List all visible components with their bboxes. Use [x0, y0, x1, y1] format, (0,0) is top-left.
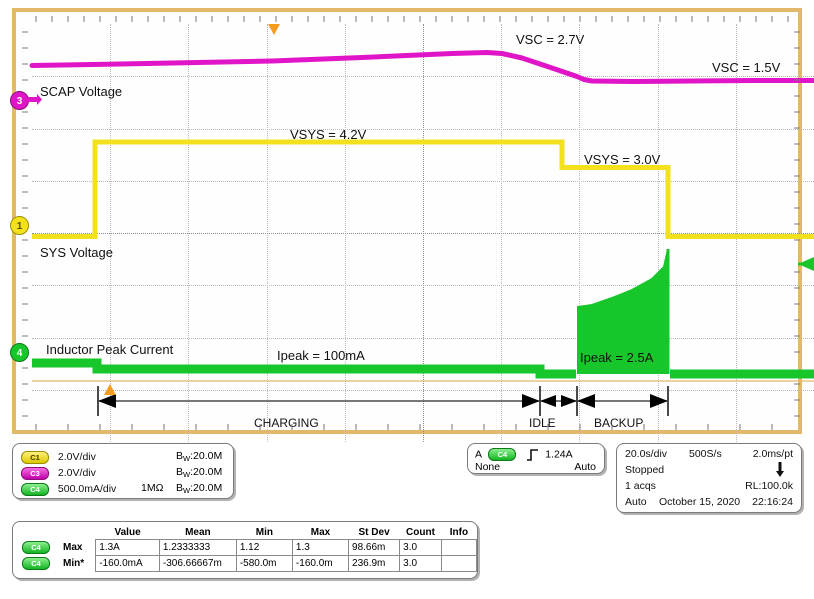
- annotation-ipeak-low: Ipeak = 100mA: [277, 348, 365, 363]
- timebase-scale[interactable]: 20.0s/div: [625, 448, 667, 460]
- oscilloscope-graticule: CHARGING IDLE BACKUP VSC = 2.7V VSC = 1.…: [10, 8, 814, 442]
- bw-value: 20.0M: [193, 482, 223, 494]
- measurement-chip-c4[interactable]: C4: [22, 557, 50, 570]
- measurement-max: -160.0m: [291, 555, 350, 572]
- annotation-vsys-low: VSYS = 3.0V: [584, 152, 661, 167]
- channel-marker-c3[interactable]: 3: [10, 91, 29, 110]
- channel-settings-panel: C1 2.0V/div BW:20.0M C3 2.0V/div BW:20.0…: [12, 443, 234, 499]
- annotation-ipeak-high: Ipeak = 2.5A: [580, 350, 654, 365]
- timebase-panel: 20.0s/div 500S/s 2.0ms/pt Stopped 1 acqs…: [616, 443, 802, 513]
- bw-prefix: B: [176, 482, 184, 494]
- table-row[interactable]: C4 Max 1.3A 1.2333333 1.12 1.3 98.66m 3.…: [19, 539, 478, 556]
- sample-rate: 500S/s: [689, 448, 722, 460]
- measurement-max: 1.3: [291, 539, 350, 556]
- trigger-level-arrow-icon[interactable]: [32, 24, 814, 442]
- channel-row-c4[interactable]: C4 500.0mA/div: [21, 482, 116, 497]
- column-header-info: Info: [449, 527, 469, 538]
- measurements-table: Value Mean Min Max St Dev Count Info C4 …: [19, 526, 478, 572]
- measurement-chip[interactable]: C4: [19, 556, 59, 572]
- channel-marker-c1[interactable]: 1: [10, 216, 29, 235]
- trigger-position-indicator-icon: [776, 462, 784, 477]
- measurement-count: 3.0: [399, 539, 442, 556]
- channel-marker-c4[interactable]: 4: [10, 343, 29, 362]
- channel-scale-c1: 2.0V/div: [57, 451, 96, 463]
- trigger-source-prefix: A: [475, 448, 482, 461]
- measurement-name: Min*: [63, 558, 85, 569]
- measurement-value: -160.0mA: [95, 555, 160, 572]
- column-header-name: [59, 526, 96, 540]
- channel-chip-c3[interactable]: C3: [21, 467, 49, 480]
- column-header-max: Max: [310, 527, 331, 538]
- bw-value: 20.0M: [193, 450, 223, 462]
- acquisition-status: Stopped: [625, 464, 665, 476]
- trigger-coupling[interactable]: None: [475, 461, 500, 473]
- measurement-mean: 1.2333333: [158, 539, 237, 556]
- trigger-settings-panel[interactable]: A C4 1.24A None Auto: [467, 443, 605, 474]
- annotation-vsc-high: VSC = 2.7V: [516, 32, 585, 47]
- table-row[interactable]: C4 Min* -160.0mA -306.66667m -580.0m -16…: [19, 555, 478, 572]
- bw-prefix: B: [176, 450, 184, 462]
- column-header-chip: [19, 526, 59, 540]
- measurement-info: [440, 555, 478, 572]
- column-header-count: Count: [406, 527, 435, 538]
- channel-chip-c1[interactable]: C1: [21, 451, 49, 464]
- bw-value: 20.0M: [193, 466, 223, 478]
- measurements-panel: Value Mean Min Max St Dev Count Info C4 …: [12, 521, 478, 579]
- channel-row-c3[interactable]: C3 2.0V/div: [21, 466, 96, 481]
- measurement-name: Max: [63, 542, 83, 553]
- annotation-vsys-high: VSYS = 4.2V: [290, 127, 367, 142]
- annotation-vsc-low: VSC = 1.5V: [712, 60, 781, 75]
- measurement-min: -580.0m: [235, 555, 293, 572]
- capture-date: October 15, 2020: [659, 496, 741, 508]
- column-header-value: Value: [114, 527, 141, 538]
- trigger-channel-chip[interactable]: C4: [488, 448, 517, 461]
- column-header-mean: Mean: [185, 527, 211, 538]
- measurement-mean: -306.66667m: [158, 555, 237, 572]
- trigger-summary: A C4 1.24A: [475, 448, 573, 461]
- measurement-count: 3.0: [399, 555, 442, 572]
- table-header-row: Value Mean Min Max St Dev Count Info: [19, 526, 477, 540]
- column-header-stdev: St Dev: [358, 527, 390, 538]
- waveform-plot-area[interactable]: CHARGING IDLE BACKUP VSC = 2.7V VSC = 1.…: [29, 24, 814, 442]
- measurement-chip[interactable]: C4: [19, 540, 59, 556]
- trace-label-inductor-peak-current: Inductor Peak Current: [46, 342, 174, 357]
- channel-chip-c4[interactable]: C4: [21, 483, 49, 496]
- channel-impedance-c4: 1MΩ: [141, 482, 164, 494]
- trigger-mode[interactable]: Auto: [574, 461, 596, 473]
- channel-row-c1[interactable]: C1 2.0V/div: [21, 450, 96, 465]
- channel-scale-c3: 2.0V/div: [57, 467, 96, 479]
- measurement-min: 1.12: [235, 539, 293, 556]
- record-length: RL:100.0k: [745, 480, 793, 492]
- acquisition-count: 1 acqs: [625, 480, 656, 492]
- trigger-level: 1.24A: [545, 448, 573, 461]
- capture-time: 22:16:24: [752, 496, 793, 508]
- trace-label-scap-voltage: SCAP Voltage: [40, 84, 123, 99]
- measurement-stdev: 236.9m: [348, 555, 401, 572]
- measurement-chip-c4[interactable]: C4: [22, 541, 50, 554]
- measurement-value: 1.3A: [95, 539, 160, 556]
- rising-edge-icon: [527, 448, 539, 461]
- channel-bandwidth-c4: BW:20.0M: [176, 482, 222, 495]
- channel-bandwidth-c1: BW:20.0M: [176, 450, 222, 463]
- column-header-min: Min: [255, 527, 273, 538]
- time-resolution: 2.0ms/pt: [752, 448, 793, 460]
- trace-label-sys-voltage: SYS Voltage: [40, 245, 113, 260]
- bw-prefix: B: [176, 466, 184, 478]
- channel-bandwidth-c3: BW:20.0M: [176, 466, 222, 479]
- channel-scale-c4: 500.0mA/div: [57, 483, 117, 495]
- measurement-stdev: 98.66m: [348, 539, 401, 556]
- measurement-info: [440, 539, 478, 556]
- timebase-mode: Auto: [625, 496, 647, 508]
